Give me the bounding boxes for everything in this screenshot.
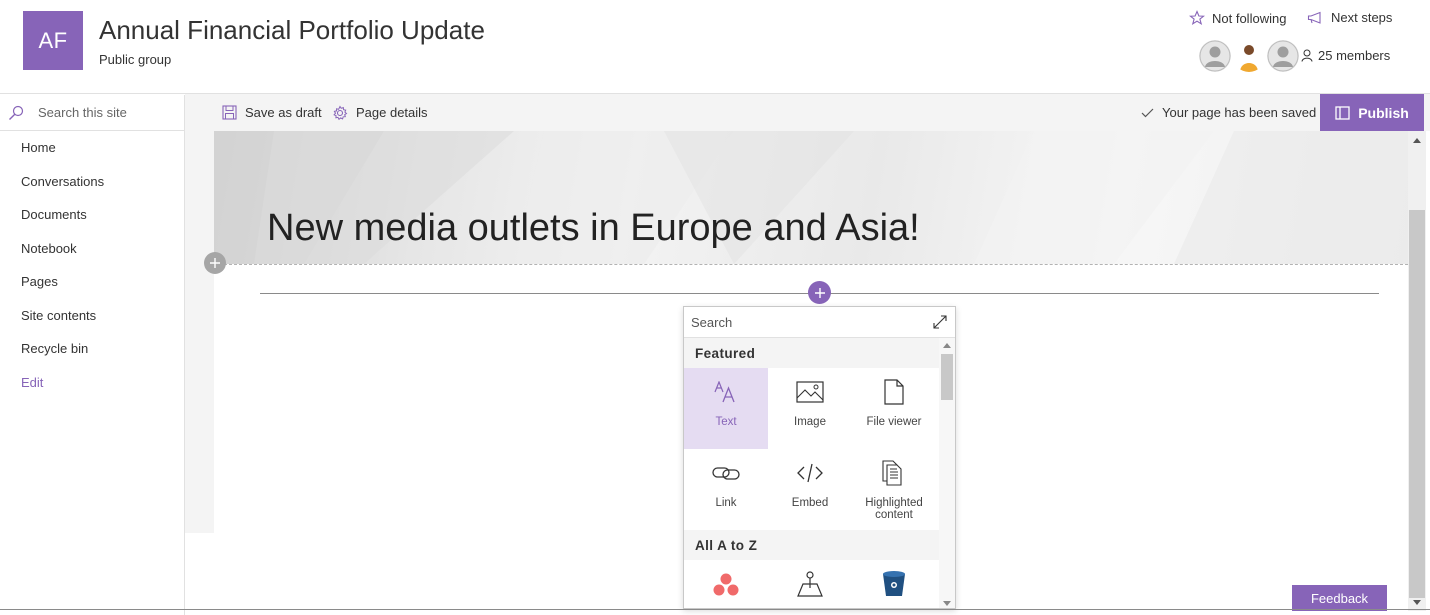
- link-icon: [712, 467, 740, 480]
- sidebar-item-notebook[interactable]: Notebook: [0, 232, 184, 266]
- asana-icon: [713, 573, 739, 596]
- web-part-label: Text: [715, 416, 737, 428]
- plus-icon: [814, 287, 825, 298]
- star-icon: [1189, 10, 1205, 26]
- scroll-up-arrow[interactable]: [939, 339, 955, 351]
- megaphone-icon: [1307, 11, 1321, 24]
- embed-icon: [797, 463, 823, 483]
- web-part-text[interactable]: Text: [684, 368, 768, 449]
- web-part-asana[interactable]: [684, 560, 768, 608]
- map-pin-icon: [797, 571, 823, 597]
- gear-icon: [333, 105, 348, 120]
- page-scrollbar[interactable]: [1408, 131, 1426, 611]
- window-bottom-border: [0, 609, 1430, 610]
- members-button[interactable]: 25 members: [1301, 48, 1390, 63]
- site-search-box[interactable]: Search this site: [0, 95, 184, 131]
- save-as-draft-button[interactable]: Save as draft: [222, 94, 322, 131]
- save-as-draft-label: Save as draft: [245, 105, 322, 120]
- scroll-down-arrow[interactable]: [1408, 595, 1426, 609]
- web-part-image[interactable]: Image: [768, 368, 852, 449]
- scroll-down-arrow[interactable]: [939, 597, 955, 608]
- command-bar: Save as draft Page details Your page has…: [185, 94, 1430, 131]
- web-part-label: Highlighted content: [865, 497, 923, 521]
- members-label: 25 members: [1318, 48, 1391, 63]
- site-subtitle: Public group: [99, 52, 172, 67]
- all-web-parts-grid: [684, 560, 939, 608]
- site-title[interactable]: Annual Financial Portfolio Update: [99, 15, 485, 46]
- triangle-up-icon: [943, 342, 951, 348]
- bucket-icon: [883, 571, 905, 596]
- title-area[interactable]: New media outlets in Europe and Asia!: [214, 131, 1408, 264]
- avatar[interactable]: [1267, 40, 1299, 72]
- web-part-label: Embed: [791, 497, 829, 509]
- next-steps-label: Next steps: [1331, 10, 1393, 25]
- file-icon: [884, 379, 904, 405]
- site-search-placeholder: Search this site: [38, 105, 127, 120]
- toolbox-search-placeholder: Search: [691, 314, 733, 330]
- web-part-bitbucket[interactable]: [852, 560, 936, 608]
- canvas-gutter: [185, 131, 214, 533]
- nav-items: Home Conversations Documents Notebook Pa…: [0, 131, 184, 399]
- all-a-to-z-heading: All A to Z: [684, 530, 939, 560]
- add-section-button[interactable]: [204, 252, 226, 274]
- toolbox-search[interactable]: Search: [684, 307, 955, 338]
- scroll-up-arrow[interactable]: [1408, 133, 1426, 147]
- triangle-up-icon: [1413, 137, 1421, 143]
- featured-heading: Featured: [684, 338, 939, 368]
- web-part-bing-maps[interactable]: [768, 560, 852, 608]
- site-logo[interactable]: AF: [23, 11, 83, 70]
- sidebar-item-site-contents[interactable]: Site contents: [0, 299, 184, 333]
- sidebar-item-edit[interactable]: Edit: [0, 366, 184, 400]
- plus-icon: [210, 258, 220, 268]
- web-part-label: File viewer: [866, 416, 922, 428]
- person-icon: [1301, 49, 1313, 62]
- add-web-part-button[interactable]: [808, 281, 831, 304]
- sidebar-item-recycle-bin[interactable]: Recycle bin: [0, 332, 184, 366]
- featured-grid: Text Image File viewer Link Embed Highli…: [684, 368, 939, 530]
- triangle-down-icon: [1413, 599, 1421, 605]
- page-title[interactable]: New media outlets in Europe and Asia!: [267, 207, 920, 250]
- web-part-toolbox: Search Featured Text Image File viewer L…: [683, 306, 956, 609]
- page-details-button[interactable]: Page details: [332, 94, 428, 131]
- web-part-file-viewer[interactable]: File viewer: [852, 368, 936, 449]
- save-icon: [222, 105, 237, 120]
- follow-button[interactable]: Not following: [1189, 10, 1286, 26]
- publish-label: Publish: [1358, 104, 1409, 121]
- web-part-highlighted-content[interactable]: Highlighted content: [852, 449, 936, 530]
- checkmark-icon: [1141, 108, 1154, 117]
- member-avatars[interactable]: [1199, 40, 1301, 72]
- sidebar-item-documents[interactable]: Documents: [0, 198, 184, 232]
- search-icon: [9, 105, 24, 120]
- web-part-label: Link: [715, 497, 737, 509]
- sidebar-item-conversations[interactable]: Conversations: [0, 165, 184, 199]
- avatar[interactable]: [1199, 40, 1231, 72]
- triangle-down-icon: [943, 600, 951, 606]
- web-part-embed[interactable]: Embed: [768, 449, 852, 530]
- web-part-link[interactable]: Link: [684, 449, 768, 530]
- web-part-label: Image: [794, 416, 826, 428]
- sidebar-item-home[interactable]: Home: [0, 131, 184, 165]
- save-status: Your page has been saved: [1141, 94, 1316, 131]
- text-icon: [714, 381, 735, 403]
- feedback-button[interactable]: Feedback: [1292, 585, 1387, 611]
- site-logo-initials: AF: [38, 27, 68, 53]
- toolbox-scrollbar[interactable]: [939, 338, 955, 608]
- site-header: AF Annual Financial Portfolio Update Pub…: [0, 0, 1430, 94]
- next-steps-button[interactable]: Next steps: [1307, 10, 1392, 25]
- scroll-thumb[interactable]: [1409, 210, 1425, 598]
- avatar[interactable]: [1233, 40, 1265, 72]
- highlighted-content-icon: [882, 460, 902, 486]
- book-icon: [1335, 105, 1350, 120]
- sidebar-item-pages[interactable]: Pages: [0, 265, 184, 299]
- expand-icon[interactable]: [933, 315, 947, 329]
- publish-button[interactable]: Publish: [1320, 94, 1424, 131]
- scroll-thumb[interactable]: [941, 354, 953, 400]
- page-details-label: Page details: [356, 105, 428, 120]
- save-status-label: Your page has been saved: [1162, 105, 1317, 120]
- section-divider: [214, 264, 1408, 265]
- follow-label: Not following: [1212, 10, 1287, 26]
- image-icon: [796, 381, 824, 403]
